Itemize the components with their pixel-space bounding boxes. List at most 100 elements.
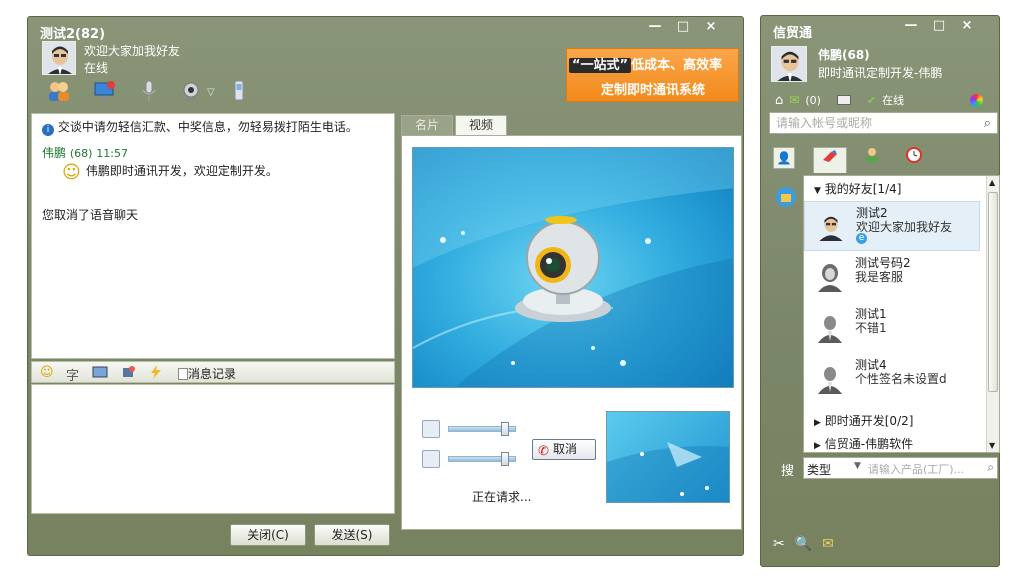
local-video-preview bbox=[607, 442, 729, 502]
card-icon[interactable] bbox=[836, 95, 851, 105]
tab-video[interactable]: 视频 bbox=[455, 115, 507, 135]
speaker-volume bbox=[422, 419, 516, 439]
group-header-my-friends[interactable]: ▼ 我的好友[1/4] bbox=[814, 180, 901, 197]
mail-count[interactable]: (0) bbox=[805, 94, 821, 107]
message-history[interactable]: i 交谈中请勿轻信汇款、中奖信息，勿轻易拨打陌生电话。 伟鹏 (68) 11:5… bbox=[31, 113, 395, 359]
panel-minimize-button[interactable]: — bbox=[897, 17, 925, 37]
webcam-dropdown-icon: ▽ bbox=[207, 87, 215, 98]
webcam-icon[interactable]: ▽ bbox=[181, 79, 226, 105]
microphone-level-icon[interactable] bbox=[422, 450, 440, 468]
chat-window-title: 测试2(82) bbox=[40, 27, 106, 42]
message-text: 伟鹏即时通讯开发，欢迎定制开发。 bbox=[85, 164, 278, 178]
panel-maximize-button[interactable]: □ bbox=[925, 17, 953, 37]
ad-subtitle: 定制即时通讯系统 bbox=[601, 83, 706, 98]
shake-icon[interactable] bbox=[120, 365, 136, 383]
screenshot-icon[interactable] bbox=[92, 365, 108, 383]
friend-list-scrollbar[interactable]: ▲ ▼ bbox=[986, 176, 999, 452]
category-select[interactable]: 类型 bbox=[807, 461, 831, 478]
male-avatar-icon bbox=[816, 364, 844, 394]
search-icon[interactable]: ⌕ bbox=[984, 114, 991, 134]
tab-friends[interactable] bbox=[813, 147, 847, 173]
side-tabs: 名片 视频 bbox=[401, 115, 509, 135]
group-header-xinmaotong[interactable]: ▶ 信贸通-伟鹏软件 bbox=[814, 435, 913, 452]
friend-signature: 欢迎大家加我好友 bbox=[856, 220, 953, 234]
message-history-button[interactable]: 消息记录 bbox=[178, 365, 236, 382]
send-button[interactable]: 发送(S) bbox=[314, 524, 390, 546]
collapsed-arrow-icon: ▶ bbox=[814, 441, 821, 451]
friend-list[interactable]: ▼ 我的好友[1/4] 测试2 欢迎大家加我好友 e 测试号码2 我是客服 测试… bbox=[803, 175, 1000, 453]
find-icon[interactable]: 🔍 bbox=[795, 536, 812, 552]
friend-avatar bbox=[817, 212, 845, 242]
friend-item[interactable]: 测试4 个性签名未设置d bbox=[804, 354, 980, 404]
phone-icon[interactable] bbox=[226, 79, 271, 105]
lightning-icon[interactable] bbox=[148, 365, 164, 383]
contacts-icon[interactable] bbox=[46, 79, 91, 105]
font-icon[interactable]: 字 bbox=[66, 365, 79, 384]
product-search-input[interactable]: 请输入产品(工厂)... bbox=[868, 461, 964, 477]
speaker-slider[interactable] bbox=[448, 422, 516, 436]
microphone-icon[interactable] bbox=[136, 79, 181, 105]
friend-item[interactable]: 测试1 不错1 bbox=[804, 303, 980, 353]
contacts-side-tab[interactable]: 👤 bbox=[773, 147, 795, 169]
online-check-icon: ✔ bbox=[866, 93, 877, 107]
group-header-im-dev[interactable]: ▶ 即时通开发[0/2] bbox=[814, 412, 913, 429]
status-bar: ⌂ ✉ (0) ✔ 在线 bbox=[775, 92, 984, 108]
product-search-box: 类型 ▼ 请输入产品(工厂)... ⌕ bbox=[803, 457, 998, 479]
hangup-icon: ✆ bbox=[538, 444, 549, 459]
emoji-icon[interactable]: ☺ bbox=[40, 365, 54, 380]
user-signature[interactable]: 即时通讯定制开发-伟鹏 bbox=[818, 64, 942, 81]
scroll-down-icon[interactable]: ▼ bbox=[989, 441, 995, 450]
speaker-icon[interactable] bbox=[422, 420, 440, 438]
ad-banner[interactable]: “一站式” 低成本、高效率 定制即时通讯系统 bbox=[566, 48, 739, 102]
friend-item[interactable]: 测试号码2 我是客服 bbox=[804, 252, 980, 302]
settings-tools-icon[interactable]: ✂ bbox=[773, 536, 785, 552]
tab-groups[interactable] bbox=[855, 147, 889, 173]
collapsed-arrow-icon: ▶ bbox=[814, 418, 821, 428]
mail-icon[interactable]: ✉ bbox=[789, 93, 799, 107]
tab-recent[interactable] bbox=[897, 147, 931, 173]
video-panel: ✆ 取消 正在请求... bbox=[401, 135, 742, 530]
ad-tag: “一站式” bbox=[569, 58, 632, 73]
video-status: 正在请求... bbox=[472, 490, 532, 504]
message-box-icon[interactable]: ✉ bbox=[822, 536, 834, 552]
friend-item[interactable]: 测试2 欢迎大家加我好友 e bbox=[804, 201, 980, 251]
close-button[interactable]: 关闭(C) bbox=[230, 524, 306, 546]
maximize-button[interactable]: □ bbox=[669, 18, 697, 38]
scrollbar-thumb[interactable] bbox=[988, 192, 998, 392]
microphone-slider[interactable] bbox=[448, 452, 516, 466]
contact-signature: 欢迎大家加我好友 bbox=[84, 44, 181, 58]
ie-badge-icon: e bbox=[856, 233, 867, 244]
panel-close-button[interactable]: × bbox=[953, 17, 981, 37]
security-notice: 交谈中请勿轻信汇款、中奖信息，勿轻易拨打陌生电话。 bbox=[57, 120, 358, 134]
close-window-button[interactable]: × bbox=[697, 18, 725, 38]
minimize-button[interactable]: — bbox=[641, 18, 669, 38]
microphone-volume bbox=[422, 449, 516, 469]
speaker-slider-thumb[interactable] bbox=[501, 422, 509, 436]
online-status[interactable]: 在线 bbox=[882, 92, 904, 108]
window-controls: — □ × bbox=[641, 18, 725, 38]
microphone-slider-thumb[interactable] bbox=[501, 452, 509, 466]
list-tabs bbox=[813, 147, 931, 173]
smiley-emoji-icon: ☺ bbox=[62, 162, 81, 183]
message-body: ☺ 伟鹏即时通讯开发，欢迎定制开发。 bbox=[62, 162, 278, 183]
tab-business-card[interactable]: 名片 bbox=[401, 115, 453, 135]
color-skin-icon[interactable] bbox=[970, 93, 984, 107]
cancel-video-button[interactable]: ✆ 取消 bbox=[532, 439, 596, 460]
message-sender: 伟鹏 bbox=[42, 146, 67, 160]
user-avatar[interactable] bbox=[771, 46, 807, 82]
female-avatar-icon bbox=[816, 262, 844, 292]
contact-avatar[interactable] bbox=[42, 41, 76, 75]
home-icon[interactable]: ⌂ bbox=[775, 93, 783, 108]
input-toolbar: ☺ 字 消息记录 bbox=[31, 361, 395, 384]
contact-search-input[interactable]: 请输入帐号或昵称 ⌕ bbox=[769, 112, 998, 134]
contact-status: 在线 bbox=[84, 61, 109, 75]
chat-window: 测试2(82) — □ × 欢迎大家加我好友 在线 ▽ “一站式” 低成本、高效… bbox=[27, 16, 744, 556]
category-dropdown-icon[interactable]: ▼ bbox=[854, 461, 861, 471]
expanded-arrow-icon: ▼ bbox=[814, 186, 821, 196]
remote-assist-icon[interactable] bbox=[91, 79, 136, 105]
product-search-icon[interactable]: ⌕ bbox=[987, 460, 994, 475]
message-input[interactable] bbox=[31, 384, 395, 514]
scroll-up-icon[interactable]: ▲ bbox=[989, 178, 995, 187]
shield-icon: i bbox=[42, 124, 54, 136]
app-logo-icon[interactable] bbox=[775, 186, 797, 208]
